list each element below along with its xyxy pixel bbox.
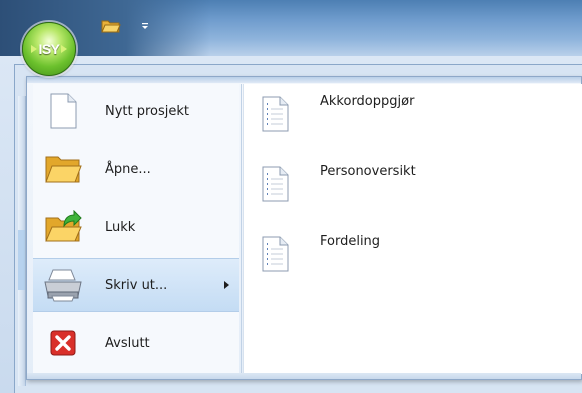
submenu-item-label: Akkordoppgjør bbox=[320, 94, 415, 109]
background-panel-highlight bbox=[18, 230, 26, 290]
pane-divider bbox=[241, 84, 242, 374]
report-document-icon bbox=[262, 236, 289, 272]
submenu-item-label: Fordeling bbox=[320, 234, 381, 249]
submenu-item-personoversikt[interactable]: Personoversikt bbox=[244, 154, 574, 214]
printer-icon bbox=[44, 269, 82, 302]
menu-top-band bbox=[27, 77, 581, 83]
report-document-icon bbox=[262, 166, 289, 202]
menu-item-label: Nytt prosjekt bbox=[105, 103, 190, 119]
quick-access-open-button[interactable] bbox=[96, 16, 126, 36]
close-folder-icon bbox=[45, 210, 82, 242]
submenu-item-akkordoppgjor[interactable]: Akkordoppgjør bbox=[244, 84, 574, 144]
app-logo-text: ISY bbox=[38, 41, 60, 57]
submenu-item-label: Personoversikt bbox=[320, 164, 416, 179]
menu-item-label: Avslutt bbox=[105, 335, 150, 351]
open-folder-icon bbox=[45, 156, 82, 183]
chevron-down-icon bbox=[142, 23, 148, 29]
print-submenu-pane: Akkordoppgjør Personoversikt Fordeling bbox=[243, 84, 582, 374]
logo-arrow-icon bbox=[60, 45, 67, 53]
menu-item-label: Åpne... bbox=[105, 161, 151, 177]
menu-commands-pane: Nytt prosjekt Åpne... Lukk Skriv ut... A… bbox=[33, 84, 239, 374]
menu-item-label: Skriv ut... bbox=[105, 277, 168, 293]
report-document-icon bbox=[262, 96, 289, 132]
menu-item-exit[interactable]: Avslutt bbox=[33, 316, 239, 370]
menu-item-open[interactable]: Åpne... bbox=[33, 142, 239, 196]
logo-arrow-icon bbox=[31, 45, 38, 53]
menu-item-print[interactable]: Skriv ut... bbox=[33, 258, 239, 312]
submenu-arrow-icon bbox=[224, 281, 229, 289]
exit-icon bbox=[50, 330, 76, 356]
menu-item-new-project[interactable]: Nytt prosjekt bbox=[33, 84, 239, 138]
app-logo: ISY bbox=[30, 41, 67, 57]
submenu-item-fordeling[interactable]: Fordeling bbox=[244, 224, 574, 284]
menu-item-label: Lukk bbox=[105, 219, 136, 235]
title-bar bbox=[0, 0, 582, 56]
new-document-icon bbox=[50, 93, 77, 129]
menu-bottom-band bbox=[27, 373, 581, 379]
application-menu: Nytt prosjekt Åpne... Lukk Skriv ut... A… bbox=[26, 76, 582, 380]
quick-access-customize-button[interactable] bbox=[138, 16, 152, 36]
menu-item-close[interactable]: Lukk bbox=[33, 200, 239, 254]
application-menu-button[interactable]: ISY bbox=[22, 22, 76, 76]
open-folder-icon bbox=[101, 20, 121, 33]
